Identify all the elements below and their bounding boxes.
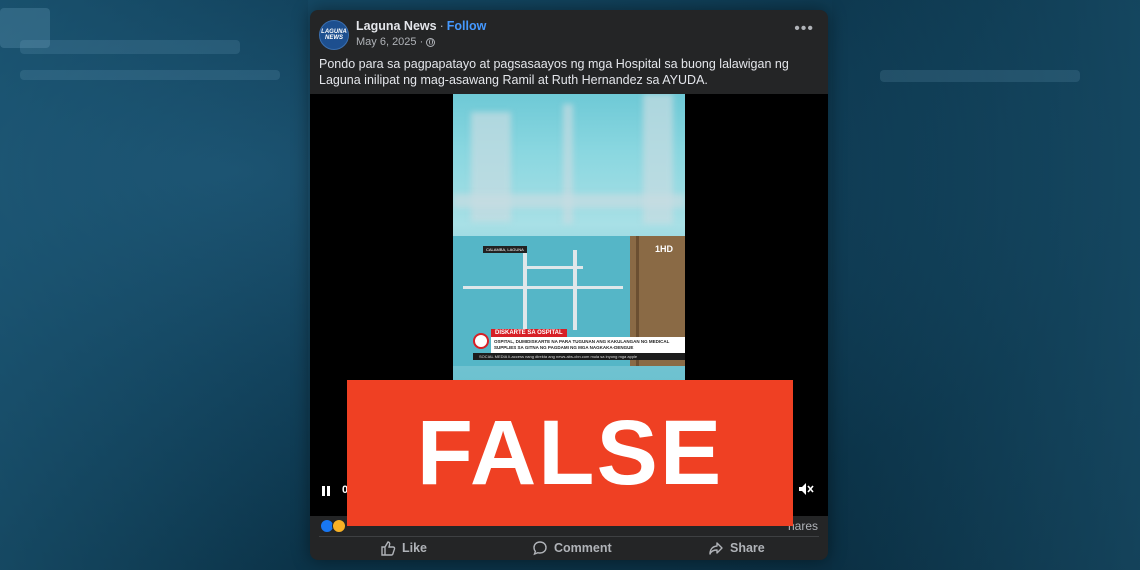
false-rating-text: FALSE bbox=[416, 401, 724, 504]
comment-icon bbox=[533, 541, 547, 556]
bed-rail bbox=[523, 266, 583, 269]
location-tag: CALAMBA, LAGUNA bbox=[483, 246, 527, 253]
bed-rail bbox=[573, 250, 577, 330]
background-blur-shape bbox=[20, 70, 280, 80]
like-button[interactable]: Like bbox=[380, 535, 427, 560]
follow-button[interactable]: Follow bbox=[447, 19, 487, 33]
comment-button[interactable]: Comment bbox=[532, 535, 612, 560]
share-button[interactable]: Share bbox=[708, 535, 765, 560]
bed-rail bbox=[463, 286, 623, 289]
background-blur-shape bbox=[0, 8, 50, 48]
background-blur-shape bbox=[20, 40, 240, 54]
more-options-button[interactable]: ••• bbox=[794, 21, 814, 37]
channel-badge: 1HD bbox=[654, 244, 673, 254]
post-date[interactable]: May 6, 2025 · bbox=[356, 36, 423, 48]
lower-third-title: DISKARTE SA OSPITAL bbox=[491, 329, 567, 337]
share-icon bbox=[709, 542, 723, 555]
pause-icon[interactable] bbox=[322, 486, 330, 496]
like-label: Like bbox=[402, 541, 428, 555]
page-name[interactable]: Laguna News bbox=[356, 19, 437, 33]
comment-label: Comment bbox=[554, 541, 612, 555]
mute-icon[interactable] bbox=[798, 482, 814, 496]
false-rating-stamp: FALSE bbox=[347, 380, 793, 526]
bed-rail bbox=[523, 250, 527, 330]
globe-icon bbox=[426, 37, 436, 47]
news-clip: CALAMBA, LAGUNA 1HD DISKARTE SA OSPITAL … bbox=[453, 236, 685, 366]
page-avatar[interactable]: LAGUNA NEWS bbox=[319, 20, 349, 50]
video-frame: CALAMBA, LAGUNA 1HD DISKARTE SA OSPITAL … bbox=[453, 94, 685, 384]
post-meta: May 6, 2025 · bbox=[356, 36, 436, 48]
thumbs-up-icon bbox=[381, 541, 396, 556]
blurred-scene bbox=[643, 94, 673, 224]
separator-dot: · bbox=[439, 19, 444, 33]
news-logo-icon bbox=[473, 333, 489, 349]
background-blur-shape bbox=[880, 70, 1080, 82]
share-label: Share bbox=[730, 541, 765, 555]
page-name-line: Laguna News · Follow bbox=[356, 19, 486, 33]
post-header: LAGUNA NEWS Laguna News · Follow May 6, 20… bbox=[310, 10, 828, 62]
lower-third-body: OSPITAL, DUMIDISKARTE NA PARA TUGUNAN AN… bbox=[491, 337, 685, 353]
news-ticker: SOCIAL MEDIA Ii-access nang direkta ang … bbox=[473, 353, 685, 360]
news-lower-third: DISKARTE SA OSPITAL OSPITAL, DUMIDISKART… bbox=[473, 329, 685, 361]
sad-reaction-icon[interactable] bbox=[332, 519, 346, 533]
avatar-logo-text: LAGUNA NEWS bbox=[321, 29, 347, 41]
post-caption: Pondo para sa pagpapatayo at pagsasaayos… bbox=[319, 57, 789, 87]
